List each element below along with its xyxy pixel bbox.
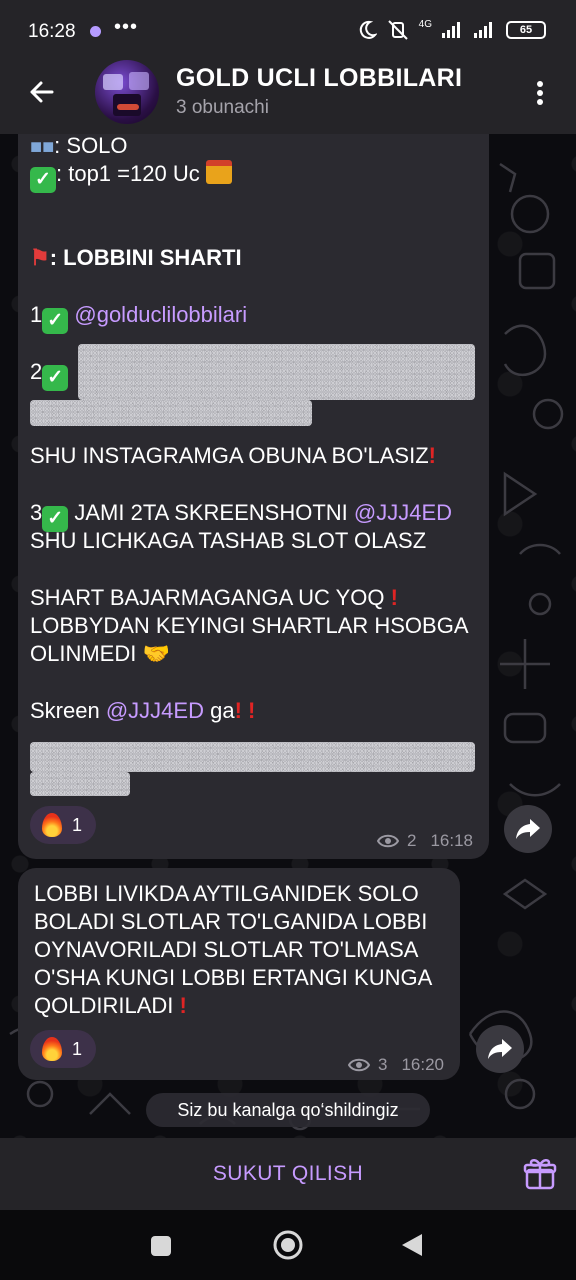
exclamation-emoji-icon: ! ! [234,698,256,723]
notification-dot-icon [90,26,101,37]
warning-line-3: OLINMEDI 🤝 [30,641,170,666]
spoiler-hidden-text[interactable] [78,344,475,400]
view-count: 2 [406,831,417,850]
telegram-channel-screen: 16:28 ••• 4G 65 GOLD UCLI LOBBILARI 3 ob… [0,0,576,1280]
moon-icon [359,20,377,39]
post-time: 16:18 [430,831,473,850]
view-count: 3 [377,1055,388,1074]
channel-avatar[interactable] [95,60,159,124]
exclamation-emoji-icon: ! [428,443,436,468]
recent-apps-icon[interactable] [149,1234,173,1258]
post-time: 16:20 [401,1055,444,1074]
line-top1: ✓: top1 =120 Uc [30,160,232,193]
handshake-emoji-icon: 🤝 [142,641,170,666]
channel-post-2[interactable]: LOBBI LIVIKDA AYTILGANIDEK SOLO BOLADI S… [18,868,460,1080]
battery-icon: 65 [506,21,546,39]
status-time: 16:28 [28,21,76,42]
post-2-text: LOBBI LIVIKDA AYTILGANIDEK SOLO BOLADI S… [34,881,438,1018]
share-button-1[interactable] [504,805,552,853]
pin-emoji-icon: ⚑ [30,245,50,270]
signal-2-icon [474,22,496,38]
exclamation-emoji-icon: ! [390,585,398,610]
channel-post-1[interactable]: ■■: SOLO ✓: top1 =120 Uc ⚑: LOBBINI SHAR… [18,134,489,859]
eye-icon [347,1058,370,1072]
channel-title[interactable]: GOLD UCLI LOBBILARI [176,64,462,93]
user-link[interactable]: @JJJ4ED [354,500,452,525]
rule-1: 1 ✓ @golduclilobbilari [30,301,247,334]
eye-icon [376,834,399,848]
rule-2-text: SHU INSTAGRAMGA OBUNA BO'LASIZ! [30,443,436,468]
signal-icon [442,22,464,38]
post-meta-2: 3 16:20 [347,1055,444,1075]
spoiler-hidden-text-2[interactable] [30,400,312,426]
check-emoji-icon: ✓ [42,365,69,391]
warning-line-1: SHART BAJARMAGANGA UC YOQ ! [30,585,398,610]
back-arrow-icon[interactable] [22,72,62,112]
mute-button[interactable]: SUKUT QILISH [0,1138,576,1210]
chat-area[interactable]: ■■: SOLO ✓: top1 =120 Uc ⚑: LOBBINI SHAR… [0,134,576,1138]
rule-3-cont: SHU LICHKAGA TASHAB SLOT OLASZ [30,528,427,553]
gift-icon[interactable] [522,1156,558,1192]
status-bar: 16:28 ••• 4G 65 [0,0,576,60]
channel-link[interactable]: @golduclilobbilari [74,302,247,327]
mute-vibrate-icon [387,20,408,40]
reaction-count: 1 [72,814,83,835]
check-emoji-icon: ✓ [30,167,56,193]
more-options-icon[interactable] [528,78,552,108]
network-4g-label: 4G [418,18,432,30]
fire-emoji-icon [42,813,62,837]
spoiler-hidden-text-3[interactable] [30,742,475,772]
subscriber-count: 3 obunachi [176,97,269,118]
more-notifications-icon: ••• [114,16,139,38]
back-nav-icon[interactable] [400,1232,424,1258]
gift-emoji-icon [205,160,232,184]
joined-notice: Siz bu kanalga qo‘shildingiz [146,1093,430,1127]
fire-emoji-icon [42,1037,62,1061]
rule-2-number: 2 ✓ [30,358,69,391]
status-icons: 4G 65 [357,18,546,40]
spoiler-hidden-text-4[interactable] [30,772,130,796]
lobby-rules-title: ⚑: LOBBINI SHARTI [30,245,242,270]
fire-reaction-2[interactable]: 1 [30,1030,97,1068]
warning-line-2: LOBBYDAN KEYINGI SHARTLAR HSOBGA [30,613,469,638]
channel-header[interactable]: GOLD UCLI LOBBILARI 3 obunachi [0,60,576,134]
share-arrow-icon [516,819,540,839]
bottom-bar: SUKUT QILISH [0,1138,576,1210]
home-icon[interactable] [272,1229,304,1261]
check-emoji-icon: ✓ [42,308,69,334]
reaction-count: 1 [72,1038,83,1059]
share-button-2[interactable] [476,1025,524,1073]
system-navigation-bar [0,1210,576,1280]
skreen-line: Skreen @JJJ4ED ga! ! [30,698,256,723]
exclamation-emoji-icon: ! [179,993,187,1018]
user-link-2[interactable]: @JJJ4ED [106,698,204,723]
people-emoji-icon: ■■ [30,136,55,158]
share-arrow-icon [488,1039,512,1059]
line-solo: ■■: SOLO [30,134,128,158]
fire-reaction[interactable]: 1 [30,806,97,844]
post-meta: 2 16:18 [376,831,473,851]
